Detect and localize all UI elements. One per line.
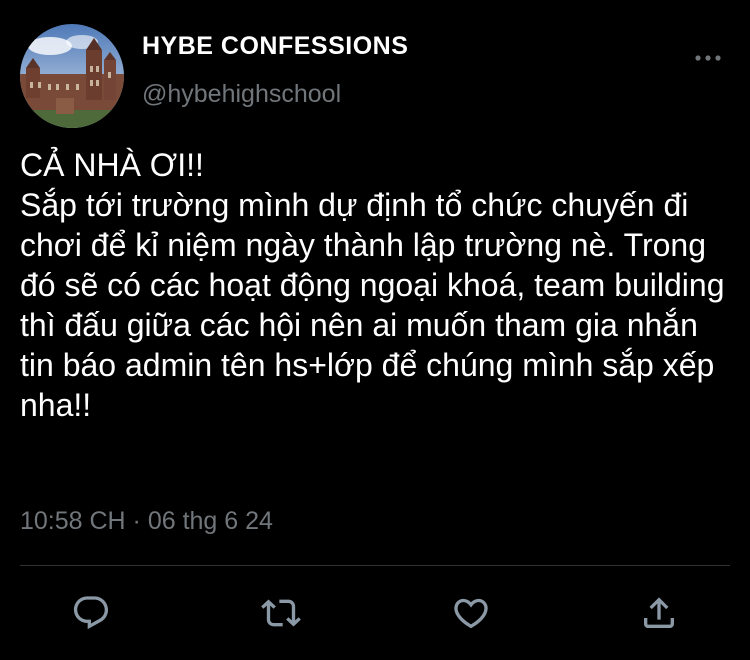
divider — [20, 565, 730, 566]
reply-button[interactable] — [68, 590, 114, 636]
avatar-image — [20, 24, 124, 128]
more-options-button[interactable] — [690, 46, 726, 70]
tweet-timestamp[interactable]: 10:58 CH · 06 thg 6 24 — [20, 507, 273, 536]
like-button[interactable] — [448, 590, 494, 636]
avatar[interactable] — [20, 24, 124, 128]
share-icon — [644, 597, 674, 628]
tweet-card: HYBE CONFESSIONS @hybehighschool CẢ NHÀ … — [0, 0, 750, 660]
display-name[interactable]: HYBE CONFESSIONS — [142, 32, 408, 61]
user-handle[interactable]: @hybehighschool — [142, 80, 341, 109]
tweet-text: CẢ NHÀ ƠI!! Sắp tới trường mình dự định … — [20, 147, 725, 423]
like-icon — [454, 598, 488, 629]
share-button[interactable] — [636, 590, 682, 636]
ellipsis-icon — [695, 55, 721, 61]
retweet-button[interactable] — [258, 590, 304, 636]
reply-icon — [73, 596, 109, 630]
retweet-icon — [261, 599, 301, 627]
